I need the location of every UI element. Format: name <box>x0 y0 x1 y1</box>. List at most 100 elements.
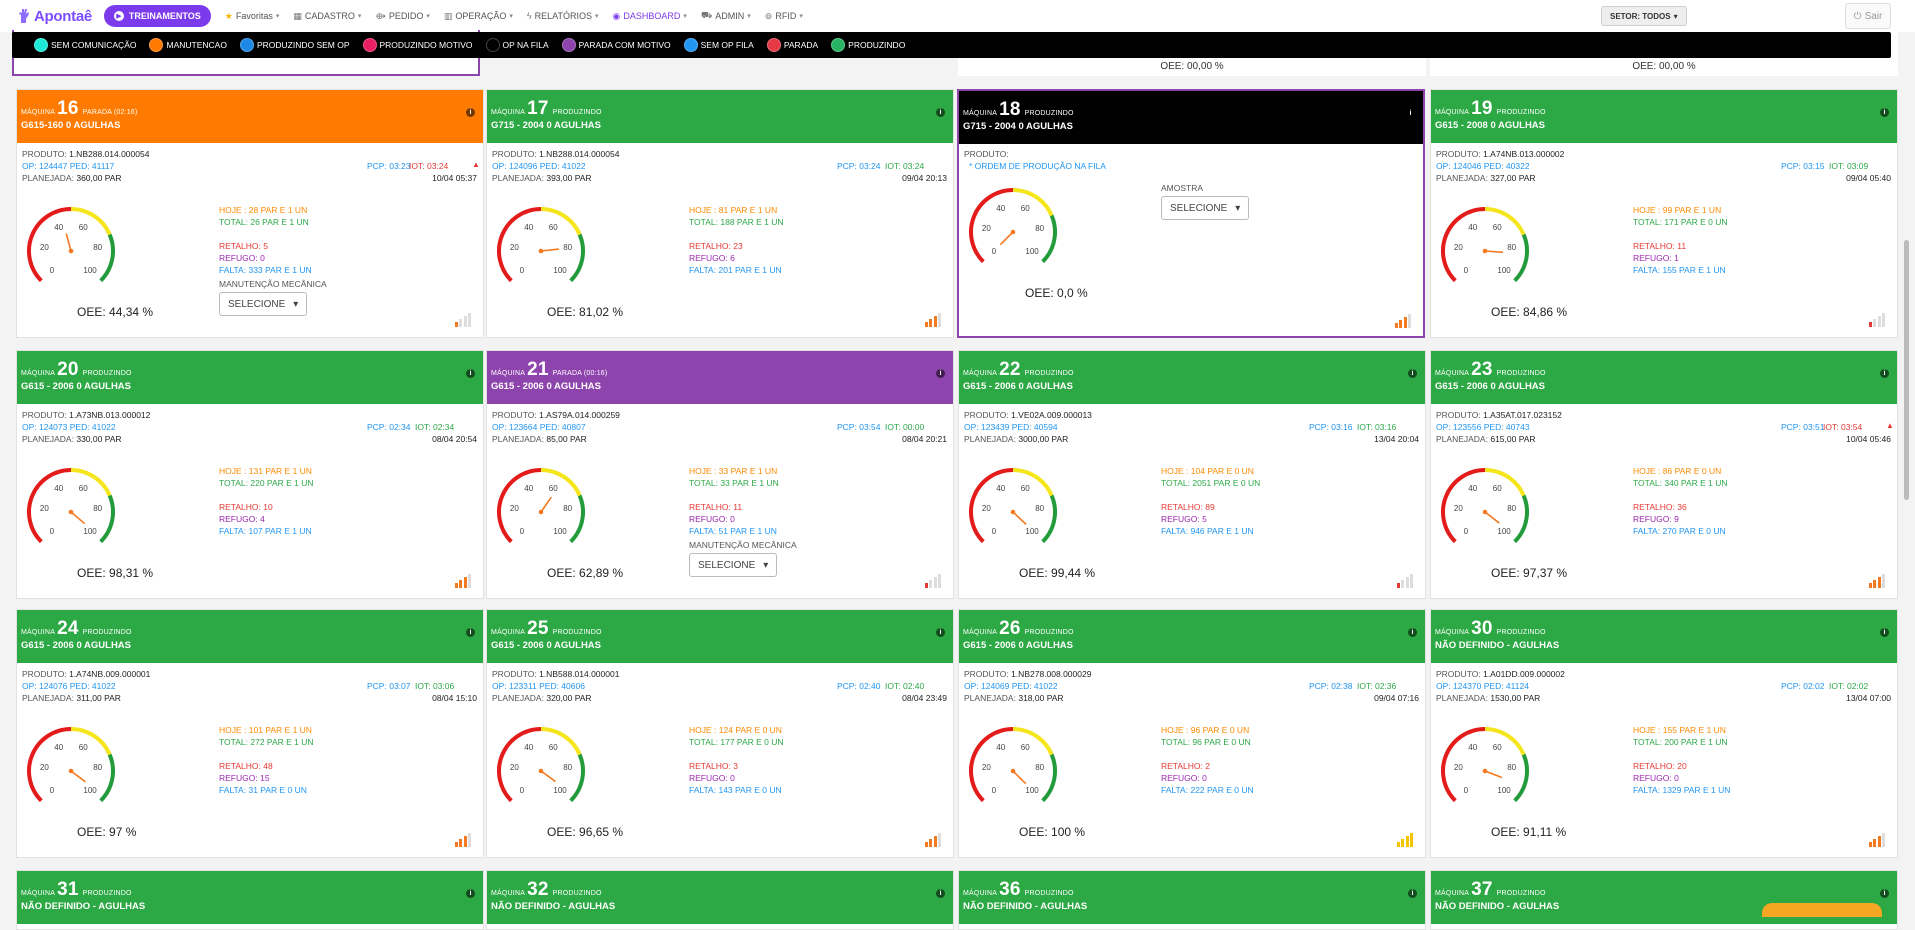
signal-bar <box>1401 580 1404 588</box>
machine-number: 17 <box>527 98 549 119</box>
maintenance-select[interactable]: SELECIONE ▾ <box>689 553 778 577</box>
info-icon[interactable]: i <box>1408 628 1417 637</box>
machine-number: 23 <box>1471 359 1493 380</box>
product-code: PRODUTO: 1.A74NB.013.000002 <box>1436 149 1564 159</box>
gauge-tick-label: 40 <box>54 223 63 232</box>
machine-card-22[interactable]: MÁQUINA 22 PRODUZINDO G615 - 2006 0 AGULHAS… <box>958 350 1426 599</box>
gauge-tick-label: 20 <box>1454 504 1463 513</box>
machine-label: MÁQUINA <box>1435 370 1470 377</box>
machine-card-23[interactable]: MÁQUINA 23 PRODUZINDO G615 - 2006 0 AGULHAS… <box>1430 350 1898 599</box>
machine-number: 21 <box>527 359 549 380</box>
machine-number: 20 <box>57 359 79 380</box>
machine-model: NÃO DEFINIDO - AGULHAS <box>963 901 1088 912</box>
order-date: 09/04 05:40 <box>1846 173 1891 183</box>
nav-operacao[interactable]: ▥ OPERAÇÃO ▾ <box>444 10 513 22</box>
machine-card-18[interactable]: MÁQUINA 18 PRODUZINDO G715 - 2004 0 AGULHAS… <box>957 89 1425 338</box>
machine-card-26[interactable]: MÁQUINA 26 PRODUZINDO G615 - 2006 0 AGULHAS… <box>958 609 1426 858</box>
info-icon[interactable]: i <box>1408 369 1417 378</box>
nav-admin[interactable]: ⛟ ADMIN ▾ <box>701 10 751 22</box>
signal-strength-icon <box>924 574 941 588</box>
play-icon: ▶ <box>113 11 124 21</box>
planned-label: PLANEJADA: <box>22 693 74 703</box>
info-icon[interactable]: i <box>1880 369 1889 378</box>
machine-status: PRODUZINDO <box>1024 370 1074 377</box>
pcp-time-label: PCP: <box>367 161 387 171</box>
machine-status: PRODUZINDO <box>1024 890 1074 897</box>
machine-label: MÁQUINA <box>963 890 998 897</box>
legend-item[interactable]: PARADA COM MOTIVO <box>561 38 671 52</box>
machine-status: PRODUZINDO <box>1496 629 1546 636</box>
legend-item[interactable]: SEM COMUNICAÇÃO <box>34 38 136 52</box>
machine-card-20[interactable]: MÁQUINA 20 PRODUZINDO G615 - 2006 0 AGULHAS… <box>16 350 484 599</box>
chevron-down-icon: ▾ <box>357 13 362 20</box>
training-label: TREINAMENTOS <box>128 11 201 21</box>
info-icon[interactable]: i <box>1880 108 1889 117</box>
legend-dot <box>561 38 576 52</box>
machine-card-19[interactable]: MÁQUINA 19 PRODUZINDO G615 - 2008 0 AGULHAS… <box>1430 89 1898 338</box>
info-icon[interactable]: i <box>466 889 475 898</box>
refugo-count-label: REFUGO: <box>219 253 258 263</box>
machine-card-16[interactable]: MÁQUINA 16 PARADA (02:16) G615-160 0 AGULHA… <box>16 89 484 338</box>
gauge-needle <box>1484 511 1500 524</box>
total-count-value: 220 PAR E 1 UN <box>250 478 314 488</box>
sector-dropdown[interactable]: SETOR: TODOS ▾ <box>1601 6 1687 26</box>
info-icon[interactable]: i <box>1880 889 1889 898</box>
machine-card-30[interactable]: MÁQUINA 30 PRODUZINDO NÃO DEFINIDO - AGULHA… <box>1430 609 1898 858</box>
nav-pedido[interactable]: ⟴ PEDIDO ▾ <box>375 10 429 22</box>
scrollbar-thumb[interactable] <box>1904 240 1909 500</box>
oee-value-label: OEE: <box>1019 566 1048 580</box>
refugo-count: REFUGO: 0 <box>219 253 265 263</box>
machine-card-25[interactable]: MÁQUINA 25 PRODUZINDO G615 - 2006 0 AGULHAS… <box>486 609 954 858</box>
legend-item[interactable]: PRODUZINDO <box>831 38 905 52</box>
legend-item[interactable]: PARADA <box>766 38 818 52</box>
info-icon[interactable]: i <box>936 108 945 117</box>
machine-status: PRODUZINDO <box>1496 370 1546 377</box>
sample-select[interactable]: SELECIONE ▾ <box>1161 196 1250 220</box>
maintenance-select[interactable]: SELECIONE ▾ <box>219 292 308 316</box>
floating-action-button[interactable] <box>1762 903 1882 917</box>
info-icon[interactable]: i <box>466 628 475 637</box>
nav-cadastro[interactable]: ▦ CADASTRO ▾ <box>293 10 361 22</box>
machine-card-36[interactable]: MÁQUINA 36 PRODUZINDO NÃO DEFINIDO - AGULHA… <box>958 870 1426 930</box>
machine-card-21[interactable]: MÁQUINA 21 PARADA (00:16) G615 - 2006 0 AGU… <box>486 350 954 599</box>
info-icon[interactable]: i <box>466 369 475 378</box>
legend-item[interactable]: PRODUZINDO SEM OP <box>239 38 350 52</box>
gauge-tick-label: 0 <box>520 266 525 275</box>
retalho-count: RETALHO: 89 <box>1161 502 1215 512</box>
machine-card-32[interactable]: MÁQUINA 32 PRODUZINDO NÃO DEFINIDO - AGULHA… <box>486 870 954 930</box>
legend-item[interactable]: OP NA FILA <box>485 38 549 52</box>
machine-card-31[interactable]: MÁQUINA 31 PRODUZINDO NÃO DEFINIDO - AGULHA… <box>16 870 484 930</box>
planned-qty: PLANEJADA: 327,00 PAR <box>1436 173 1536 183</box>
legend-item[interactable]: MANUTENCAO <box>149 38 227 52</box>
nav-rfid[interactable]: ⊚ RFID ▾ <box>765 10 803 22</box>
star-icon: ★ <box>224 10 233 21</box>
nav-relatorios[interactable]: ϟ RELATÓRIOS ▾ <box>527 10 599 22</box>
info-icon[interactable]: i <box>1880 628 1889 637</box>
machine-card-17[interactable]: MÁQUINA 17 PRODUZINDO G715 - 2004 0 AGULHAS… <box>486 89 954 338</box>
machine-status: PARADA (00:16) <box>552 370 608 377</box>
refugo-count: REFUGO: 15 <box>219 773 270 783</box>
app-logo[interactable]: Apontaê <box>18 8 92 25</box>
info-icon[interactable]: i <box>936 889 945 898</box>
gauge-tick-label: 20 <box>1454 763 1463 772</box>
legend-item[interactable]: SEM OP FILA <box>683 38 754 52</box>
today-count-label: HOJE : <box>219 725 247 735</box>
machine-card-24[interactable]: MÁQUINA 24 PRODUZINDO G615 - 2006 0 AGULHAS… <box>16 609 484 858</box>
training-button[interactable]: ▶ TREINAMENTOS <box>103 5 211 27</box>
info-icon[interactable]: i <box>936 628 945 637</box>
info-icon[interactable]: i <box>1408 889 1417 898</box>
info-icon[interactable]: i <box>1406 109 1415 118</box>
machine-card-37[interactable]: MÁQUINA 37 PRODUZINDO NÃO DEFINIDO - AGULHA… <box>1430 870 1898 930</box>
oee-value-label: OEE: <box>77 825 106 839</box>
signal-bar <box>459 580 462 588</box>
machine-header: MÁQUINA 26 PRODUZINDO G615 - 2006 0 AGULHAS… <box>959 610 1425 663</box>
oee-value: OEE: 97 % <box>77 825 136 839</box>
logout-button[interactable]: ⏻ Sair <box>1845 3 1891 29</box>
gauge-tick-label: 60 <box>1493 743 1502 752</box>
info-icon[interactable]: i <box>936 369 945 378</box>
legend-item[interactable]: PRODUZINDO MOTIVO <box>362 38 473 52</box>
nav-dashboard[interactable]: ◉ DASHBOARD ▾ <box>613 10 687 22</box>
nav-favoritas[interactable]: ★ Favoritas ▾ <box>225 10 280 22</box>
select-label: MANUTENÇÃO MECÂNICA <box>689 540 797 550</box>
info-icon[interactable]: i <box>466 108 475 117</box>
